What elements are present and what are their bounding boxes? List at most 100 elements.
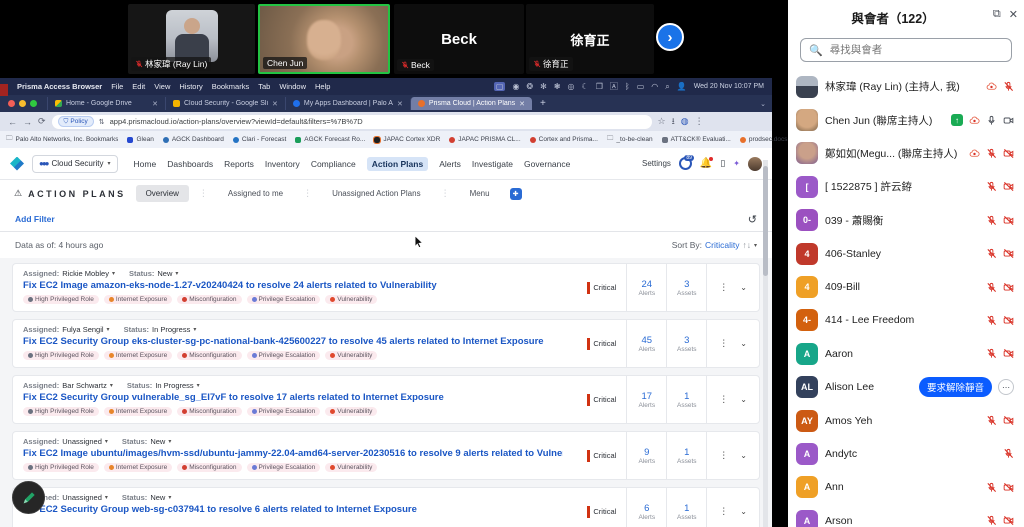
participant-row[interactable]: 4 409-Bill (788, 270, 1024, 303)
policy-chip[interactable]: ⛉Policy (58, 116, 94, 127)
assigned-value[interactable]: Bar Schwartz (62, 381, 107, 390)
nav-alerts[interactable]: Alerts (439, 159, 461, 169)
camera-off-icon[interactable] (1003, 248, 1014, 259)
participant-row[interactable]: A Ann (788, 471, 1024, 504)
camera-on-icon[interactable] (1003, 115, 1014, 126)
downloads-icon[interactable]: ⭳ (672, 114, 675, 130)
mic-muted-icon[interactable] (986, 248, 997, 259)
sort-direction-icon[interactable]: ↑↓ (742, 240, 751, 250)
card-more-menu-icon[interactable]: ⋮ (706, 376, 740, 423)
assets-stat[interactable]: 1Assets (666, 376, 706, 423)
minimize-window-button[interactable] (19, 100, 26, 107)
chevron-down-icon[interactable]: ▾ (105, 494, 108, 501)
camera-off-icon[interactable] (1003, 348, 1014, 359)
status-app-icon[interactable]: ❃ (554, 82, 561, 91)
reload-icon[interactable]: ⟳ (38, 116, 46, 127)
participant-row-hovered[interactable]: AL Alison Lee 要求解除靜音 ⋯ (788, 371, 1024, 404)
profile-icon[interactable]: ◍ (681, 116, 689, 127)
nav-action-plans[interactable]: Action Plans (367, 157, 428, 171)
tab-my-apps-dashboard[interactable]: My Apps Dashboard | Palo Al ✕ (285, 97, 410, 110)
participant-row[interactable]: [ [ 1522875 ] 許云銌 (788, 170, 1024, 203)
assets-stat[interactable]: 3Assets (666, 264, 706, 311)
action-plan-title-link[interactable]: Fix EC2 Image ubuntu/images/hvm-ssd/ubun… (23, 448, 563, 459)
nav-dashboards[interactable]: Dashboards (167, 159, 213, 169)
participant-row[interactable]: A Andytc (788, 437, 1024, 470)
action-plan-card[interactable]: Assigned:Unassigned▾ Status:New▾ Fix EC2… (12, 487, 760, 527)
mic-muted-icon[interactable] (1003, 81, 1014, 92)
tab-menu-dots[interactable]: ⋮ (199, 188, 208, 199)
tab-menu-dots[interactable]: ⋮ (441, 188, 450, 199)
nav-inventory[interactable]: Inventory (265, 159, 300, 169)
add-filter-link[interactable]: Add Filter (15, 214, 55, 224)
chevron-down-icon[interactable]: ▾ (110, 382, 113, 389)
participant-row[interactable]: A Arson (788, 504, 1024, 527)
nav-reports[interactable]: Reports (224, 159, 254, 169)
action-plan-title-link[interactable]: Fix EC2 Security Group web-sg-c037941 to… (23, 504, 563, 515)
bookmark-item[interactable]: AGCK Forecast Ro... (295, 136, 365, 143)
close-tab-icon[interactable]: ✕ (152, 100, 158, 108)
bookmark-star-icon[interactable]: ☆ (658, 116, 666, 127)
assigned-value[interactable]: Rickie Mobley (62, 269, 109, 278)
moon-dnd-icon[interactable]: ☾ (582, 82, 589, 91)
assets-stat[interactable]: 3Assets (666, 320, 706, 367)
card-more-menu-icon[interactable]: ⋮ (706, 488, 740, 527)
popout-panel-icon[interactable]: ⧉ (993, 8, 1001, 21)
chevron-down-icon[interactable]: ▾ (197, 382, 200, 389)
search-input[interactable] (828, 43, 988, 57)
status-value[interactable]: New (150, 437, 165, 446)
participant-row[interactable]: Chen Jun (聯席主持人) ↑ (788, 103, 1024, 136)
card-expand-chevron-icon[interactable]: ⌄ (740, 395, 751, 404)
tab-google-drive[interactable]: Home - Google Drive ✕ (47, 97, 165, 110)
assigned-value[interactable]: Unassigned (62, 493, 102, 502)
battery-icon[interactable]: ▭ (637, 82, 645, 91)
alerts-stat[interactable]: 17Alerts (626, 376, 666, 423)
card-expand-chevron-icon[interactable]: ⌄ (740, 451, 751, 460)
action-plan-card[interactable]: Assigned:Unassigned▾ Status:New▾ Fix EC2… (12, 431, 760, 480)
zoom-window-button[interactable] (30, 100, 37, 107)
nav-governance[interactable]: Governance (524, 159, 570, 169)
nav-compliance[interactable]: Compliance (311, 159, 356, 169)
wifi-icon[interactable]: ◠ (651, 82, 658, 91)
input-source-icon[interactable]: 🄰 (610, 81, 618, 92)
status-value[interactable]: New (157, 269, 172, 278)
camera-off-icon[interactable] (1003, 215, 1014, 226)
menu-history[interactable]: History (179, 82, 202, 91)
chevron-down-icon[interactable]: ▾ (107, 326, 110, 333)
close-window-button[interactable] (8, 100, 15, 107)
card-more-menu-icon[interactable]: ⋮ (706, 320, 740, 367)
close-tab-icon[interactable]: ✕ (272, 100, 278, 108)
tab-menu-dots[interactable]: ⋮ (303, 188, 312, 199)
sort-by-control[interactable]: Sort By: Criticality ↑↓ ▾ (672, 240, 757, 250)
active-window-icon[interactable]: ▢ (494, 82, 506, 91)
chevron-down-icon[interactable]: ▾ (175, 270, 178, 277)
camera-off-icon[interactable] (1003, 515, 1014, 526)
bookmark-item[interactable]: ATT&CK® Evaluati... (662, 136, 731, 143)
action-plan-title-link[interactable]: Fix EC2 Image amazon-eks-node-1.27-v2024… (23, 280, 563, 291)
bookmark-item[interactable]: Cortex and Prisma... (530, 136, 598, 143)
chevron-down-icon[interactable]: ▾ (168, 494, 171, 501)
action-plan-title-link[interactable]: Fix EC2 Security Group eks-cluster-sg-pc… (23, 336, 563, 347)
reset-filters-icon[interactable]: ↺ (748, 213, 757, 226)
camera-off-icon[interactable] (1003, 181, 1014, 192)
tab-prisma-cloud-active[interactable]: Prisma Cloud | Action Plans ✕ (410, 97, 532, 110)
url-field[interactable]: ⛉Policy ⇅ app4.prismacloud.io/action-pla… (52, 115, 652, 129)
participant-row[interactable]: 4- 414 - Lee Freedom (788, 304, 1024, 337)
mic-muted-icon[interactable] (986, 315, 997, 326)
bookmark-item[interactable]: JAPAC Cortex XDR (374, 136, 440, 143)
settings-link[interactable]: Settings (642, 159, 671, 168)
mic-muted-icon[interactable] (986, 282, 997, 293)
action-plan-card[interactable]: Assigned:Rickie Mobley▾ Status:New▾ Fix … (12, 263, 760, 312)
annotation-pencil-button[interactable] (12, 481, 45, 514)
ask-to-unmute-button[interactable]: 要求解除靜音 (919, 377, 992, 397)
alerts-stat[interactable]: 6Alerts (626, 488, 666, 527)
mic-muted-icon[interactable] (986, 215, 997, 226)
user-avatar[interactable] (748, 157, 762, 171)
status-value[interactable]: In Progress (152, 325, 190, 334)
filmstrip-next-button[interactable]: › (656, 23, 684, 51)
participant-row[interactable]: 林家瑋 (Ray Lin) (主持人, 我) (788, 70, 1024, 103)
copilot-sparkle-icon[interactable]: ✦ (733, 159, 740, 168)
nav-investigate[interactable]: Investigate (472, 159, 513, 169)
menu-edit[interactable]: Edit (132, 82, 145, 91)
spotlight-icon[interactable]: ⌕ (665, 82, 669, 92)
bookmark-item[interactable]: Glean (127, 136, 153, 143)
